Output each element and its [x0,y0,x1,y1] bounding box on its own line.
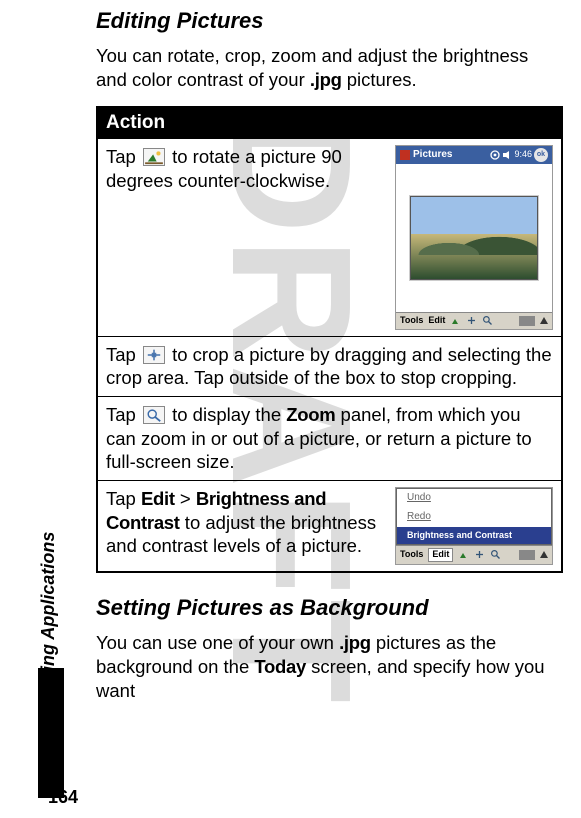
volume-icon [502,150,512,160]
app-toolbar: Tools Edit [396,312,552,329]
zoom-mini-icon [490,549,501,560]
edit-menu-screenshot: Undo Redo Brightness and Contrast Tools … [395,487,553,565]
text: to rotate a picture 90 degrees counter-c… [106,146,342,191]
app-title-bar: Pictures 9:46 ok [396,146,552,164]
edit-menu-active: Edit [428,548,453,562]
page-content: Editing Pictures You can rotate, crop, z… [0,0,581,703]
text: Tap [106,488,141,509]
text: > [175,488,196,509]
zoom-label: Zoom [286,404,335,425]
up-arrow-icon [540,317,548,324]
action-table: Action Tap to rotate a picture 90 degree… [96,106,563,573]
background-intro-paragraph: You can use one of your own .jpg picture… [96,631,563,703]
row-rotate-text: Tap to rotate a picture 90 degrees count… [106,145,387,192]
tools-menu: Tools [400,549,423,561]
text: Tap [106,344,141,365]
keyboard-icon [519,316,535,326]
row-crop-text: Tap to crop a picture by dragging and se… [97,336,562,396]
text: Tap [106,404,141,425]
editing-intro-paragraph: You can rotate, crop, zoom and adjust th… [96,44,563,92]
action-header: Action [97,107,562,139]
rotate-mini-icon [458,549,469,560]
app-title: Pictures [413,149,487,162]
keyboard-icon [519,550,535,560]
landscape-photo [410,196,538,280]
heading-setting-background: Setting Pictures as Background [96,595,563,621]
zoom-icon [143,406,165,424]
start-flag-icon [400,150,410,160]
clock-time: 9:46 [514,149,532,161]
crop-icon [143,346,165,364]
edit-menu: Edit [428,315,445,327]
text: Redo [407,511,431,522]
crop-mini-icon [474,549,485,560]
edit-menu-popup: Undo Redo Brightness and Contrast [396,488,552,545]
rotate-mini-icon [450,315,461,326]
text: You can use one of your own [96,632,339,653]
crop-mini-icon [466,315,477,326]
row-zoom-text: Tap to display the Zoom panel, from whic… [97,396,562,480]
table-row: Tap to rotate a picture 90 degrees count… [97,139,562,337]
edit-menu-toolbar: Tools Edit [396,545,552,564]
jpg-extension: .jpg [310,69,342,90]
tools-menu: Tools [400,315,423,327]
text: to display the [167,404,286,425]
status-icons: 9:46 ok [490,148,548,162]
table-row: Tap to crop a picture by dragging and se… [97,336,562,396]
jpg-extension: .jpg [339,632,371,653]
zoom-mini-icon [482,315,493,326]
table-row: Tap to display the Zoom panel, from whic… [97,396,562,480]
menu-brightness-contrast: Brightness and Contrast [397,527,551,545]
up-arrow-icon [540,551,548,558]
row-brightness-text: Tap Edit > Brightness and Contrast to ad… [106,487,387,558]
text: Tap [106,146,141,167]
signal-icon [490,150,500,160]
table-row: Tap Edit > Brightness and Contrast to ad… [97,480,562,571]
heading-editing-pictures: Editing Pictures [96,8,563,34]
menu-redo: Redo [397,508,551,527]
text: pictures. [342,69,417,90]
ok-button: ok [534,148,548,162]
app-body [396,164,552,312]
text: Undo [407,492,431,503]
menu-undo: Undo [397,489,551,508]
text: to crop a picture by dragging and select… [106,344,552,389]
edit-label: Edit [141,488,175,509]
side-section-label: Using Applications [38,532,59,694]
rotate-icon [143,148,165,166]
pictures-app-screenshot: Pictures 9:46 ok [395,145,553,330]
today-label: Today [254,656,306,677]
